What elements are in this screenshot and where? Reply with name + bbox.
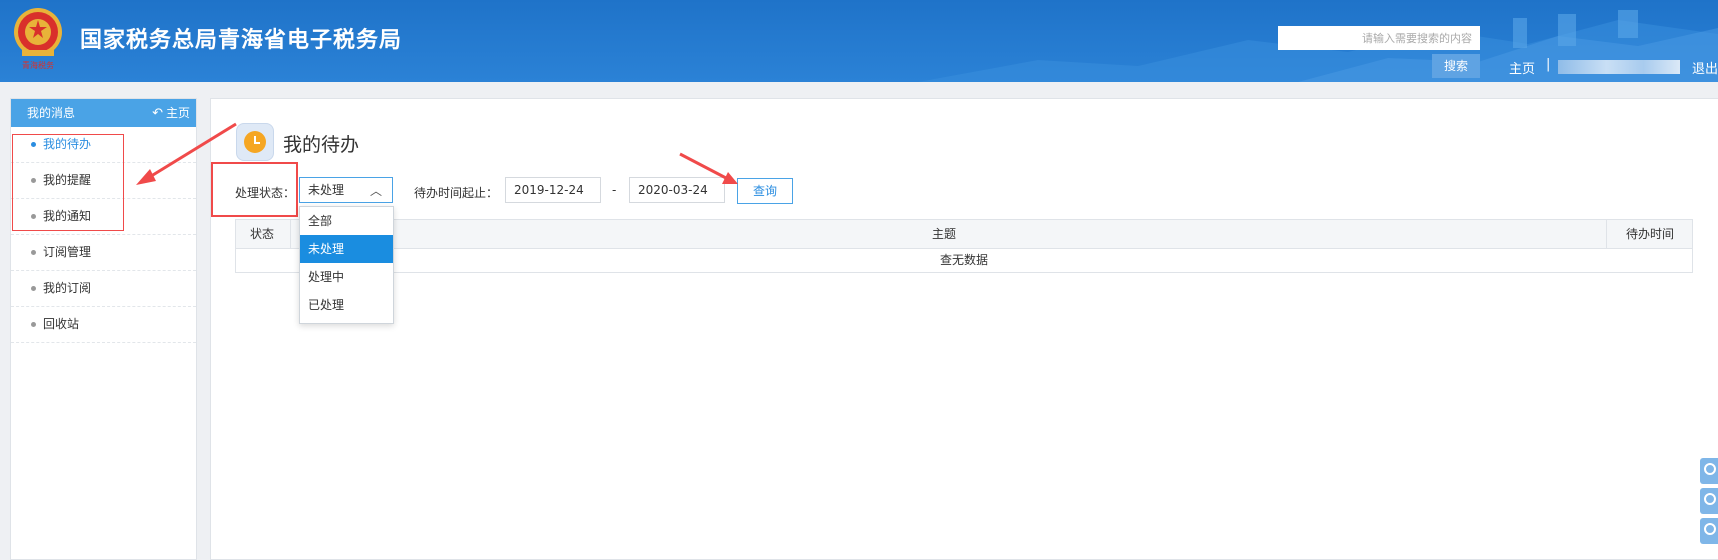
- query-button[interactable]: 查询: [737, 178, 793, 204]
- status-option-all[interactable]: 全部: [300, 207, 393, 235]
- sidebar-item-my-notices[interactable]: 我的通知: [11, 199, 196, 235]
- back-arrow-icon: ↶: [152, 106, 163, 121]
- logout-link[interactable]: 退出: [1692, 58, 1718, 77]
- sidebar-item-label: 我的订阅: [43, 281, 92, 295]
- sidebar-item-label: 我的通知: [43, 209, 92, 223]
- favorite-star-icon[interactable]: [1700, 458, 1718, 484]
- search-button[interactable]: 搜索: [1432, 54, 1480, 78]
- sidebar-item-label: 订阅管理: [43, 245, 92, 259]
- column-header-status[interactable]: 状态: [250, 220, 274, 248]
- bullet-icon: [31, 178, 36, 183]
- tax-emblem-logo: 青海税务: [10, 6, 66, 72]
- sidebar-title: 我的消息: [27, 106, 76, 120]
- sidebar-item-my-todo[interactable]: 我的待办: [11, 127, 196, 163]
- date-range-label: 待办时间起止：: [414, 186, 499, 200]
- sidebar-item-my-subscriptions[interactable]: 我的订阅: [11, 271, 196, 307]
- date-separator: -: [612, 183, 617, 197]
- end-date-field[interactable]: 2020-03-24: [629, 177, 725, 203]
- sidebar-home-link[interactable]: ↶ 主页: [152, 99, 190, 128]
- user-name-redacted: [1558, 60, 1680, 74]
- sidebar: 我的消息 ↶ 主页 我的待办 我的提醒 我的通知 订阅管理 我的订阅 回收站: [10, 98, 197, 560]
- sidebar-item-recycle-bin[interactable]: 回收站: [11, 307, 196, 343]
- empty-table-message: 查无数据: [939, 253, 988, 267]
- column-divider: [1606, 220, 1607, 248]
- start-date-field[interactable]: 2019-12-24: [505, 177, 601, 203]
- bullet-icon: [31, 214, 36, 219]
- status-dropdown-menu: 全部 未处理 处理中 已处理: [299, 206, 394, 324]
- todo-table: 状态 主题 待办时间 查无数据: [235, 219, 1693, 273]
- chevron-up-icon: ︿: [369, 184, 382, 198]
- table-header: 状态 主题 待办时间: [236, 220, 1692, 249]
- bullet-icon: [31, 286, 36, 291]
- feedback-icon[interactable]: [1700, 518, 1718, 544]
- status-option-processed[interactable]: 已处理: [300, 291, 393, 319]
- bullet-icon: [31, 250, 36, 255]
- site-title: 国家税务总局青海省电子税务局: [80, 28, 403, 53]
- main-panel: [210, 98, 1718, 560]
- clock-icon: [236, 123, 274, 161]
- nav-home-link[interactable]: 主页: [1509, 58, 1535, 77]
- sidebar-item-label: 我的待办: [43, 137, 92, 151]
- page-title: 我的待办: [283, 134, 360, 156]
- bullet-icon: [31, 322, 36, 327]
- column-header-todo-time[interactable]: 待办时间: [1626, 220, 1674, 248]
- search-input[interactable]: [1278, 26, 1480, 50]
- sidebar-item-subscription-management[interactable]: 订阅管理: [11, 235, 196, 271]
- status-filter-label: 处理状态：: [235, 186, 296, 200]
- chat-icon[interactable]: [1700, 488, 1718, 514]
- status-select-value: 未处理: [308, 183, 345, 197]
- sidebar-item-my-reminders[interactable]: 我的提醒: [11, 163, 196, 199]
- sidebar-item-label: 我的提醒: [43, 173, 92, 187]
- status-option-unprocessed[interactable]: 未处理: [300, 235, 393, 263]
- column-divider: [290, 220, 291, 248]
- sidebar-item-label: 回收站: [43, 317, 80, 331]
- status-option-processing[interactable]: 处理中: [300, 263, 393, 291]
- status-select[interactable]: 未处理 ︿: [299, 177, 393, 203]
- site-header: 青海税务 国家税务总局青海省电子税务局 搜索 主页 | 退出: [0, 0, 1718, 82]
- nav-separator: |: [1546, 57, 1551, 72]
- column-header-topic[interactable]: 主题: [932, 220, 956, 248]
- bullet-icon: [31, 142, 36, 147]
- svg-text:青海税务: 青海税务: [22, 60, 54, 70]
- sidebar-header: 我的消息 ↶ 主页: [11, 99, 196, 127]
